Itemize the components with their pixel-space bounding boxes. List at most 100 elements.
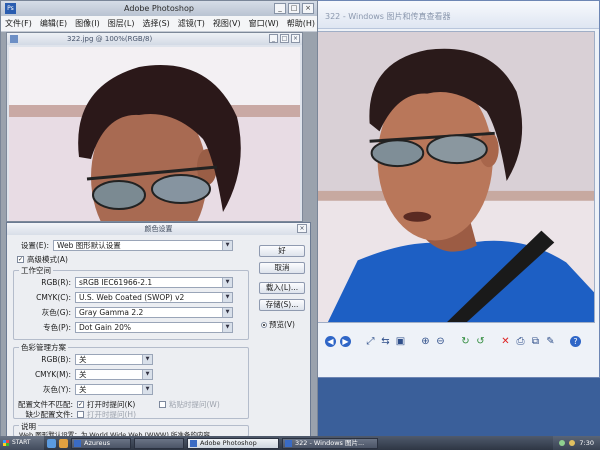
spot-working-label: 专色(P): <box>43 323 71 332</box>
missing-ask-open-label: 打开时提问(H) <box>87 410 136 419</box>
document-title: 322.jpg @ 100%(RGB/8) <box>67 35 153 43</box>
document-window[interactable]: 322.jpg @ 100%(RGB/8) _ □ × <box>6 32 303 222</box>
task-azureus[interactable]: Azureus <box>71 437 131 449</box>
chevron-down-icon: ▼ <box>142 385 152 394</box>
mismatch-ask-paste-label: 粘贴时提问(W) <box>169 400 220 409</box>
chevron-down-icon: ▼ <box>222 308 232 317</box>
advanced-mode-label: 高级模式(A) <box>27 255 68 264</box>
slideshow-icon[interactable]: ▣ <box>395 336 406 347</box>
chevron-down-icon: ▼ <box>142 370 152 379</box>
viewer-photo <box>317 31 595 323</box>
best-fit-icon[interactable]: ⤢ <box>365 336 376 347</box>
ok-button[interactable]: 好 <box>259 245 305 257</box>
taskbar: START Azureus Adobe Photoshop 322 - Wind… <box>0 436 600 450</box>
azureus-icon <box>74 439 81 447</box>
task-picture-viewer[interactable]: 322 - Windows 图片... <box>282 437 378 449</box>
maximize-button[interactable]: □ <box>288 3 300 14</box>
rotate-counterclockwise-icon[interactable]: ↺ <box>475 336 486 347</box>
gray-working-label: 灰色(G): <box>41 308 71 317</box>
settings-label: 设置(E): <box>20 241 49 250</box>
mismatch-ask-open-checkbox[interactable]: ✓ <box>77 401 84 408</box>
preview-label: 预览(V) <box>269 320 295 329</box>
previous-icon[interactable]: ◀ <box>325 335 336 347</box>
delete-icon[interactable]: ✕ <box>500 336 511 347</box>
volume-icon[interactable] <box>569 440 576 446</box>
spot-working-select[interactable]: Dot Gain 20% ▼ <box>75 322 233 333</box>
chevron-down-icon: ▼ <box>222 241 232 250</box>
start-button[interactable]: START <box>0 436 44 450</box>
cmyk-working-label: CMYK(C): <box>36 293 71 302</box>
menu-select[interactable]: 选择(S) <box>142 18 169 29</box>
mismatch-ask-paste-checkbox[interactable] <box>159 401 166 408</box>
gray-working-select[interactable]: Gray Gamma 2.2 ▼ <box>75 307 233 318</box>
menu-bar: 文件(F) 编辑(E) 图像(I) 图层(L) 选择(S) 滤镜(T) 视图(V… <box>1 16 317 32</box>
zoom-out-icon[interactable]: ⊖ <box>435 336 446 347</box>
clock[interactable]: 7:30 <box>579 439 594 447</box>
save-button[interactable]: 存储(S)... <box>259 299 305 311</box>
cmyk-working-select[interactable]: U.S. Web Coated (SWOP) v2 ▼ <box>75 292 233 303</box>
photoshop-window[interactable]: Ps Adobe Photoshop _ □ × 文件(F) 编辑(E) 图像(… <box>0 0 318 439</box>
photoshop-title: Adobe Photoshop <box>124 4 194 13</box>
gray-policy-label: 灰色(Y): <box>43 385 71 394</box>
color-management-label: 色彩管理方案 <box>19 342 68 353</box>
color-settings-dialog[interactable]: 颜色设置 × 设置(E): Web 图形默认设置 ▼ ✓ 高级模式(A) 工作空… <box>6 222 311 439</box>
photoshop-task-icon <box>190 439 197 447</box>
menu-image[interactable]: 图像(I) <box>75 18 100 29</box>
chevron-down-icon: ▼ <box>222 278 232 287</box>
rotate-clockwise-icon[interactable]: ↻ <box>460 336 471 347</box>
zoom-in-icon[interactable]: ⊕ <box>420 336 431 347</box>
cancel-button[interactable]: 取消 <box>259 262 305 274</box>
quick-launch-browser-icon[interactable] <box>47 438 56 448</box>
help-icon[interactable]: ? <box>570 335 581 347</box>
menu-view[interactable]: 视图(V) <box>213 18 241 29</box>
viewer-title: 322 - Windows 图片和传真查看器 <box>311 1 599 29</box>
picture-viewer-task-icon <box>285 439 292 447</box>
minimize-button[interactable]: _ <box>274 3 286 14</box>
settings-select[interactable]: Web 图形默认设置 ▼ <box>53 240 233 251</box>
rgb-policy-select[interactable]: 关 ▼ <box>75 354 153 365</box>
document-canvas[interactable] <box>9 47 300 221</box>
print-icon[interactable]: ⎙ <box>515 336 526 347</box>
picture-viewer-window[interactable]: 322 - Windows 图片和传真查看器 ◀ ▶ ⤢ ⇆ ▣ ⊕ ⊖ ↻ ↺… <box>310 0 600 378</box>
close-button[interactable]: × <box>302 3 314 14</box>
menu-help[interactable]: 帮助(H) <box>287 18 315 29</box>
system-tray: 7:30 <box>553 436 600 450</box>
chevron-down-icon: ▼ <box>222 293 232 302</box>
menu-filter[interactable]: 滤镜(T) <box>178 18 205 29</box>
menu-file[interactable]: 文件(F) <box>5 18 32 29</box>
dialog-titlebar: 颜色设置 × <box>7 223 310 235</box>
document-minimize-button[interactable]: _ <box>269 34 278 43</box>
actual-size-icon[interactable]: ⇆ <box>380 336 391 347</box>
load-button[interactable]: 载入(L)... <box>259 282 305 294</box>
menu-layer[interactable]: 图层(L) <box>108 18 135 29</box>
task-empty[interactable] <box>134 437 184 449</box>
menu-edit[interactable]: 编辑(E) <box>40 18 67 29</box>
next-icon[interactable]: ▶ <box>340 335 351 347</box>
preview-checkbox[interactable] <box>261 321 267 328</box>
rgb-working-select[interactable]: sRGB IEC61966-2.1 ▼ <box>75 277 233 288</box>
viewer-toolbar: ◀ ▶ ⤢ ⇆ ▣ ⊕ ⊖ ↻ ↺ ✕ ⎙ ⧉ ✎ ? <box>317 331 595 351</box>
cmyk-policy-select[interactable]: 关 ▼ <box>75 369 153 380</box>
chevron-down-icon: ▼ <box>142 355 152 364</box>
portrait-photo <box>318 32 594 322</box>
rgb-policy-label: RGB(B): <box>41 355 71 364</box>
edit-icon[interactable]: ✎ <box>545 336 556 347</box>
document-maximize-button[interactable]: □ <box>280 34 289 43</box>
menu-window[interactable]: 窗口(W) <box>249 18 279 29</box>
portrait-photo-cropped <box>9 47 300 221</box>
document-titlebar: 322.jpg @ 100%(RGB/8) _ □ × <box>7 33 302 45</box>
document-close-button[interactable]: × <box>291 34 300 43</box>
task-photoshop[interactable]: Adobe Photoshop <box>187 437 279 449</box>
copy-to-icon[interactable]: ⧉ <box>530 336 541 347</box>
gray-policy-select[interactable]: 关 ▼ <box>75 384 153 395</box>
chevron-down-icon: ▼ <box>222 323 232 332</box>
working-space-label: 工作空间 <box>19 265 53 276</box>
cmyk-policy-label: CMYK(M): <box>34 370 71 379</box>
advanced-mode-checkbox[interactable]: ✓ <box>17 256 24 263</box>
missing-profile-label: 缺少配置文件: <box>25 410 73 419</box>
network-icon[interactable] <box>559 440 566 446</box>
missing-ask-open-checkbox[interactable] <box>77 411 84 418</box>
quick-launch-folder-icon[interactable] <box>59 438 68 448</box>
dialog-close-button[interactable]: × <box>297 224 307 233</box>
rgb-working-label: RGB(R): <box>41 278 71 287</box>
